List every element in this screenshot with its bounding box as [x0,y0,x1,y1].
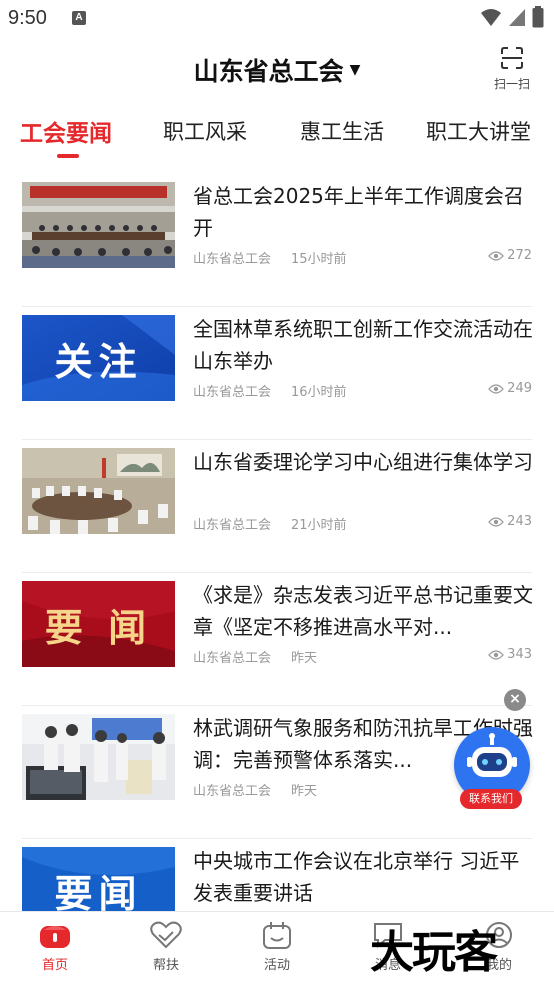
notification-icon: A [72,11,86,25]
home-icon [40,926,70,948]
nav-home[interactable]: 首页 [20,920,90,973]
news-thumbnail [22,714,175,800]
status-time: 9:50 [8,7,47,29]
tab-worker-life[interactable]: 惠工生活 [300,116,384,146]
signal-icon [509,9,525,26]
eye-icon [488,516,505,527]
float-close-button[interactable]: × [504,689,526,711]
thumb-banner-text: 要 闻 [44,605,153,650]
news-time: 昨天 [291,651,318,666]
org-selector[interactable]: 山东省总工会 ▼ [0,52,554,88]
news-title: 省总工会2025年上半年工作调度会召开 [193,184,524,240]
watermark-logo: 大玩客 [370,927,498,978]
org-title: 山东省总工会 [193,57,344,86]
app-header: 山东省总工会 ▼ 扫一扫 [0,38,554,104]
news-meta: 山东省总工会 21小时前 [193,514,347,533]
battery-icon [532,6,544,28]
nav-label: 活动 [263,958,290,973]
news-time: 昨天 [291,784,318,799]
news-thumbnail [22,182,175,268]
news-item[interactable]: 要 闻 《求是》杂志发表习近平总书记重要文章《坚定不移推进高水平对... 山东省… [22,573,533,706]
news-meta: 山东省总工会 昨天 [193,780,317,799]
news-thumbnail [22,448,175,534]
news-time: 21小时前 [291,518,347,533]
news-source: 山东省总工会 [193,252,272,267]
news-item[interactable]: 山东省委理论学习中心组进行集体学习 山东省总工会 21小时前 243 [22,440,533,573]
news-views: 343 [488,647,532,662]
wifi-icon [481,9,501,26]
news-thumbnail: 要 闻 [22,581,175,667]
eye-icon [488,250,505,261]
scan-icon [501,47,523,69]
scan-label: 扫一扫 [493,77,530,91]
news-item[interactable]: 关注 全国林草系统职工创新工作交流活动在山东举办 山东省总工会 16小时前 249 [22,307,533,440]
news-meta: 山东省总工会 昨天 [193,647,317,666]
news-item[interactable]: 省总工会2025年上半年工作调度会召开 山东省总工会 15小时前 272 [22,174,532,307]
scan-button[interactable]: 扫一扫 [490,46,534,92]
tab-worker-lecture[interactable]: 职工大讲堂 [426,116,531,146]
thumb-banner-text: 关注 [54,339,143,384]
news-time: 15小时前 [291,252,347,267]
views-count: 243 [507,514,532,529]
contact-us-label: 联系我们 [460,789,522,809]
nav-help[interactable]: 帮扶 [131,920,201,973]
status-icons [480,6,544,28]
category-tabs: 工会要闻 职工风采 惠工生活 职工大讲堂 [0,108,554,168]
contact-us-bot[interactable]: 联系我们 [452,727,530,809]
nav-activity[interactable]: 活动 [242,920,312,973]
news-title: 中央城市工作会议在北京举行 习近平发表重要讲话 [193,849,520,905]
news-source: 山东省总工会 [193,385,272,400]
news-meta: 山东省总工会 16小时前 [193,381,347,400]
news-views: 243 [488,514,532,529]
heart-hands-icon [150,921,182,949]
tab-active-indicator [57,154,79,158]
eye-icon [488,383,505,394]
tab-worker-style[interactable]: 职工风采 [163,116,247,146]
eye-icon [488,649,505,660]
news-title: 《求是》杂志发表习近平总书记重要文章《坚定不移推进高水平对... [193,583,533,639]
news-title: 全国林草系统职工创新工作交流活动在山东举办 [193,317,533,373]
news-thumbnail: 关注 [22,315,175,401]
views-count: 249 [507,381,532,396]
tab-union-news[interactable]: 工会要闻 [20,114,112,148]
news-source: 山东省总工会 [193,784,272,799]
news-time: 16小时前 [291,385,347,400]
news-views: 272 [488,248,532,263]
news-views: 249 [488,381,532,396]
news-source: 山东省总工会 [193,518,272,533]
news-title: 山东省委理论学习中心组进行集体学习 [193,450,533,474]
news-list: 省总工会2025年上半年工作调度会召开 山东省总工会 15小时前 272 关注 全… [22,174,533,972]
caret-down-icon: ▼ [349,62,361,78]
nav-label: 首页 [41,958,68,973]
views-count: 272 [507,248,532,263]
news-source: 山东省总工会 [193,651,272,666]
nav-label: 帮扶 [152,958,179,973]
views-count: 343 [507,647,532,662]
status-bar: 9:50 A [0,0,554,38]
news-meta: 山东省总工会 15小时前 [193,248,347,267]
activity-icon [263,922,291,949]
